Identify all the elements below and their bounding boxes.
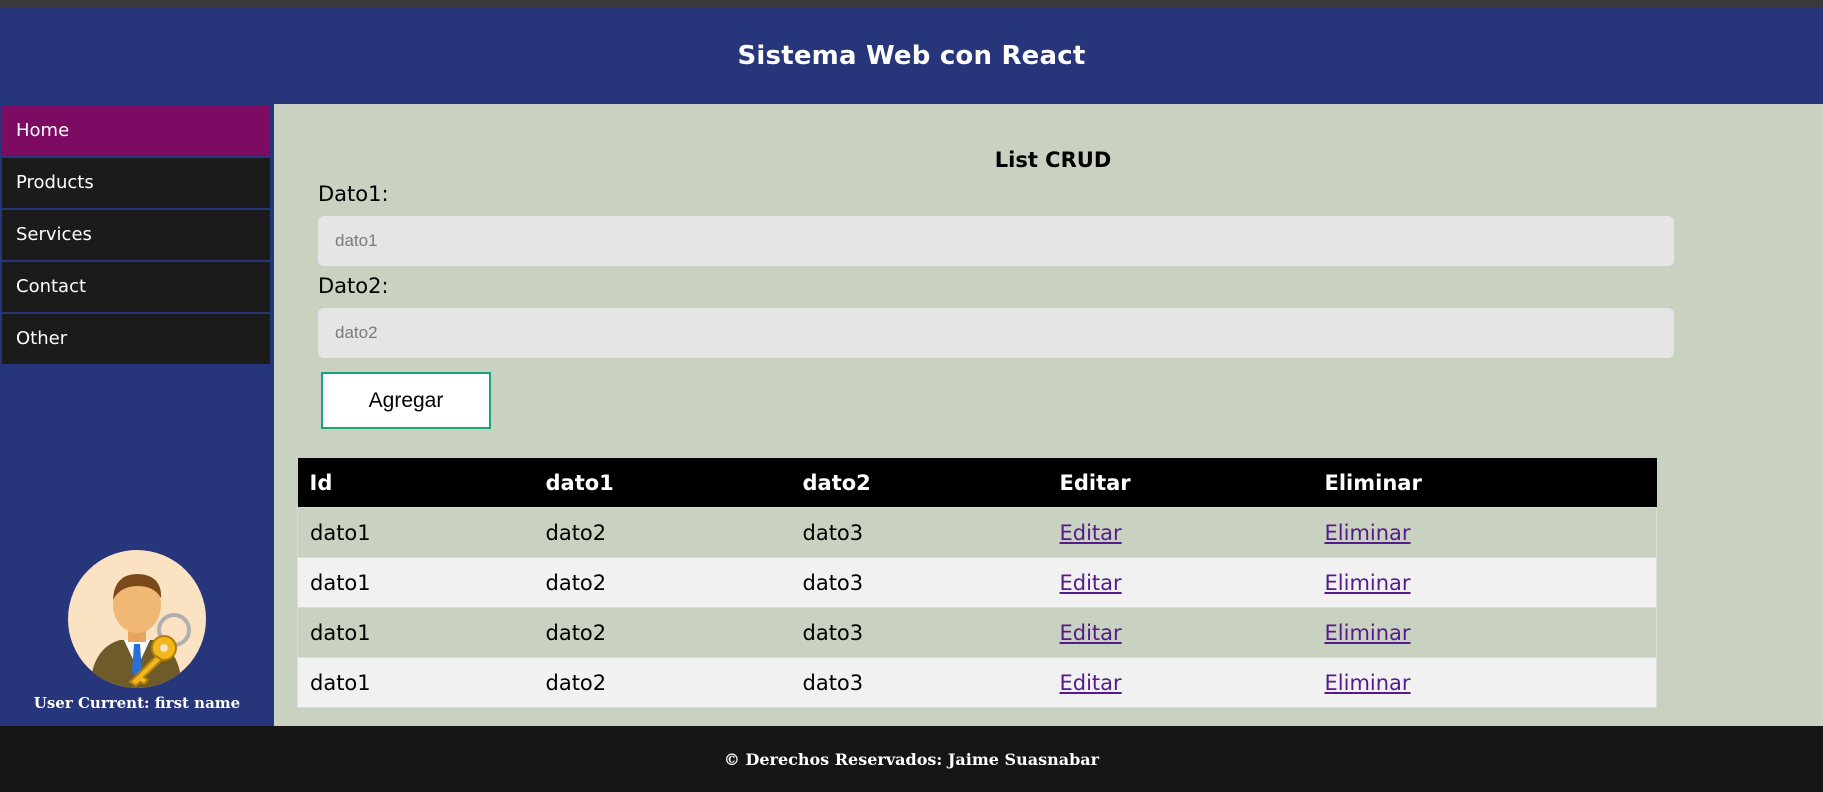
cell-id: dato1 — [297, 607, 534, 658]
column-header-eliminar: Eliminar — [1312, 458, 1657, 508]
eliminar-link[interactable]: Eliminar — [1325, 621, 1411, 645]
cell-editar: Editar — [1047, 507, 1313, 558]
dato2-input[interactable] — [318, 308, 1674, 358]
cell-dato2: dato3 — [790, 507, 1048, 558]
cell-dato2: dato3 — [790, 607, 1048, 658]
sidebar-item-home[interactable]: Home — [2, 106, 270, 156]
column-header-dato2: dato2 — [790, 458, 1048, 508]
current-user-label: User Current: first name — [33, 694, 241, 712]
cell-dato1: dato2 — [533, 657, 791, 708]
site-footer: © Derechos Reservados: Jaime Suasnabar — [0, 726, 1823, 792]
cell-eliminar: Eliminar — [1312, 657, 1657, 708]
cell-id: dato1 — [297, 507, 534, 558]
dato1-label: Dato1: — [318, 182, 389, 206]
copyright-text: © Derechos Reservados: Jaime Suasnabar — [723, 749, 1100, 769]
eliminar-link[interactable]: Eliminar — [1325, 571, 1411, 595]
eliminar-link[interactable]: Eliminar — [1325, 521, 1411, 545]
sidebar-nav: Home Products Services Contact Other — [0, 106, 274, 364]
cell-dato2: dato3 — [790, 657, 1048, 708]
crud-table: Id dato1 dato2 Editar Eliminar dato1 dat… — [297, 458, 1657, 708]
dato1-input[interactable] — [318, 216, 1674, 266]
table-header: Id dato1 dato2 Editar Eliminar — [297, 458, 1657, 508]
sidebar-item-services[interactable]: Services — [2, 210, 270, 260]
sidebar: Home Products Services Contact Other Use… — [0, 104, 274, 726]
editar-link[interactable]: Editar — [1060, 621, 1122, 645]
cell-dato1: dato2 — [533, 507, 791, 558]
editar-link[interactable]: Editar — [1060, 671, 1122, 695]
cell-id: dato1 — [297, 657, 534, 708]
agregar-button[interactable]: Agregar — [321, 372, 491, 429]
main-content: List CRUD Dato1: Dato2: Agregar Id dato1… — [274, 104, 1823, 726]
column-header-editar: Editar — [1047, 458, 1313, 508]
editar-link[interactable]: Editar — [1060, 521, 1122, 545]
site-title: Sistema Web con React — [737, 41, 1086, 71]
table-row: dato1 dato2 dato3 Editar Eliminar — [297, 507, 1657, 558]
cell-eliminar: Eliminar — [1312, 557, 1657, 608]
browser-top-strip — [0, 0, 1823, 8]
cell-eliminar: Eliminar — [1312, 507, 1657, 558]
cell-editar: Editar — [1047, 557, 1313, 608]
cell-dato1: dato2 — [533, 607, 791, 658]
user-key-icon — [68, 550, 206, 688]
site-header: Sistema Web con React — [0, 8, 1823, 104]
table-row: dato1 dato2 dato3 Editar Eliminar — [297, 657, 1657, 708]
sidebar-item-products[interactable]: Products — [2, 158, 270, 208]
column-header-dato1: dato1 — [533, 458, 791, 508]
table-row: dato1 dato2 dato3 Editar Eliminar — [297, 607, 1657, 658]
crud-title: List CRUD — [994, 148, 1112, 172]
dato2-label: Dato2: — [318, 274, 389, 298]
sidebar-item-other[interactable]: Other — [2, 314, 270, 364]
current-user: User Current: first name — [0, 550, 274, 712]
cell-editar: Editar — [1047, 657, 1313, 708]
editar-link[interactable]: Editar — [1060, 571, 1122, 595]
cell-dato1: dato2 — [533, 557, 791, 608]
column-header-id: Id — [297, 458, 534, 508]
cell-dato2: dato3 — [790, 557, 1048, 608]
cell-eliminar: Eliminar — [1312, 607, 1657, 658]
eliminar-link[interactable]: Eliminar — [1325, 671, 1411, 695]
cell-editar: Editar — [1047, 607, 1313, 658]
cell-id: dato1 — [297, 557, 534, 608]
table-row: dato1 dato2 dato3 Editar Eliminar — [297, 557, 1657, 608]
sidebar-item-contact[interactable]: Contact — [2, 262, 270, 312]
